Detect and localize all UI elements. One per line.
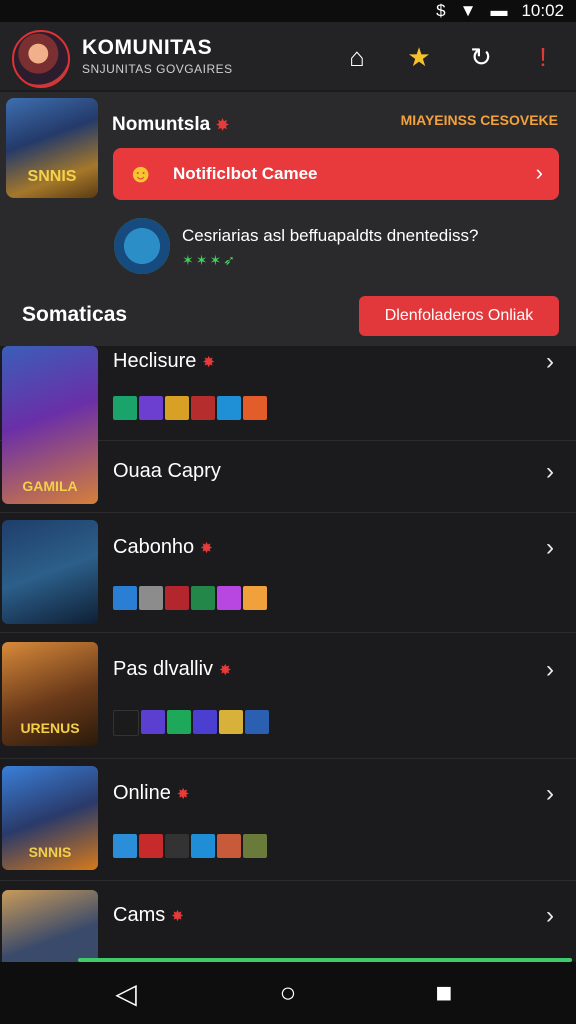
tag-tiles (113, 396, 267, 420)
tile-icon (165, 396, 189, 420)
tag-tiles (113, 586, 267, 610)
rating-icon: ✶✶✶➶ (182, 252, 237, 268)
list-item[interactable]: Ouaa Capry › (0, 442, 576, 513)
status-bar: $ ▼ ▬ 10:02 (0, 0, 576, 22)
game-thumbnail (2, 890, 98, 962)
featured-title: Nomuntsla ✸ (112, 114, 229, 135)
app-header: KOMUNITAS SNJUNITAS GOVGAIRES ⌂ ★ ↻ ! (0, 22, 576, 90)
tile-icon (193, 710, 217, 734)
home-circle-icon[interactable]: ○ (268, 976, 308, 1010)
section-title: Somaticas (22, 303, 128, 326)
back-icon[interactable]: ◁ (106, 976, 146, 1010)
clock: 10:02 (521, 1, 564, 20)
wifi-icon: ▼ (459, 1, 477, 20)
refresh-icon[interactable]: ↻ (464, 40, 498, 74)
star-icon[interactable]: ★ (402, 40, 436, 74)
tile-icon (191, 834, 215, 858)
list-item[interactable]: Cabonho ✸ › (0, 518, 576, 633)
list-item[interactable]: SNNIS Online ✸ › (0, 760, 576, 881)
game-title: Pas dlvalliv ✸ (113, 658, 232, 680)
game-title: Heclisure ✸ (113, 350, 215, 372)
featured-tag[interactable]: MIAYEINSS CESOVEKE (401, 112, 558, 128)
game-title: Cabonho ✸ (113, 536, 213, 558)
badge-star-icon: ✸ (176, 786, 190, 803)
tile-icon (243, 586, 267, 610)
game-title: Online ✸ (113, 782, 190, 804)
tile-icon (141, 710, 165, 734)
tile-icon (113, 710, 139, 736)
tile-icon (167, 710, 191, 734)
tile-icon (217, 834, 241, 858)
recents-icon[interactable]: ■ (424, 976, 464, 1010)
chevron-right-icon[interactable]: › (546, 780, 554, 808)
thumbnail-label: SNNIS (28, 844, 72, 860)
featured-image-label: SNNIS (27, 168, 77, 185)
chevron-right-icon[interactable]: › (546, 656, 554, 684)
tile-icon (245, 710, 269, 734)
tile-icon (191, 586, 215, 610)
list-item[interactable]: URENUS Pas dlvalliv ✸ › (0, 636, 576, 759)
app-title: KOMUNITAS (82, 36, 213, 59)
warning-face-icon: ☻ (127, 158, 155, 188)
badge-star-icon: ✸ (219, 662, 232, 679)
game-badge-icon (114, 218, 170, 274)
battery-icon: ▬ (490, 1, 508, 20)
sync-icon: $ (436, 1, 446, 20)
game-thumbnail: SNNIS (2, 766, 98, 870)
avatar[interactable] (12, 30, 70, 88)
tile-icon (139, 586, 163, 610)
game-list: GAMILA Heclisure ✸ › Ouaa Capry › Cabonho… (0, 346, 576, 962)
tile-icon (139, 396, 163, 420)
tile-icon (243, 396, 267, 420)
tile-icon (243, 834, 267, 858)
chevron-right-icon[interactable]: › (546, 534, 554, 562)
game-title: Ouaa Capry (113, 460, 221, 482)
featured-game-image[interactable]: SNNIS (6, 98, 98, 198)
tile-icon (113, 396, 137, 420)
tag-tiles (113, 834, 267, 858)
app-subtitle: SNJUNITAS GOVGAIRES (82, 62, 233, 76)
game-thumbnail: URENUS (2, 642, 98, 746)
badge-star-icon: ✸ (200, 540, 213, 557)
featured-panel: SNNIS Nomuntsla ✸ MIAYEINSS CESOVEKE ☻ No… (0, 92, 576, 346)
alert-icon[interactable]: ! (526, 40, 560, 74)
tile-icon (113, 586, 137, 610)
list-item[interactable]: GAMILA Heclisure ✸ › (0, 346, 576, 504)
thumbnail-label: URENUS (20, 720, 80, 736)
list-item[interactable]: Cams ✸ › (0, 884, 576, 962)
question-text: Cesriarias asl beffuapaldts dnentediss? (182, 226, 479, 245)
chevron-right-icon[interactable]: › (546, 458, 554, 486)
download-online-button[interactable]: Dlenfoladeros Onliak (359, 296, 559, 336)
chevron-right-icon[interactable]: › (546, 902, 554, 930)
tile-icon (219, 710, 243, 734)
game-thumbnail (2, 520, 98, 624)
tile-icon (165, 586, 189, 610)
tile-icon (113, 834, 137, 858)
tile-icon (191, 396, 215, 420)
tile-icon (165, 834, 189, 858)
notification-label: Notificlbot Camee (173, 164, 318, 183)
chevron-right-icon: › (535, 160, 543, 185)
tag-tiles (113, 710, 269, 736)
home-icon[interactable]: ⌂ (340, 40, 374, 74)
tile-icon (139, 834, 163, 858)
badge-star-icon: ✸ (202, 354, 215, 371)
game-title: Cams ✸ (113, 904, 184, 926)
tile-icon (217, 396, 241, 420)
chevron-right-icon[interactable]: › (546, 348, 554, 376)
badge-star-icon: ✸ (216, 117, 229, 134)
tile-icon (217, 586, 241, 610)
notification-button[interactable]: ☻ Notificlbot Camee › (113, 148, 559, 200)
badge-star-icon: ✸ (171, 908, 184, 925)
